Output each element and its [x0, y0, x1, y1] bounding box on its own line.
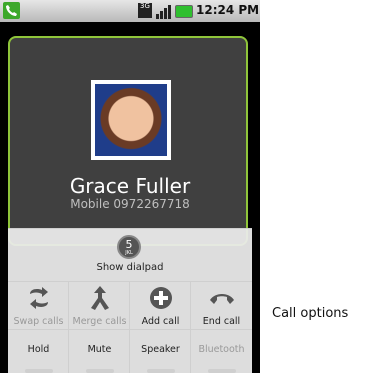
mute-button[interactable]: Mute: [69, 329, 130, 373]
call-options-callout: Call options: [272, 306, 349, 321]
dialpad-icon: 5 JKL: [117, 235, 141, 259]
contact-name: Grace Fuller: [69, 174, 191, 198]
phone-screen: 3G 12:24 PM Grace Fuller Mobile 09722677…: [0, 0, 260, 373]
show-dialpad-label: Show dialpad: [96, 262, 164, 273]
speaker-button[interactable]: Speaker: [130, 329, 191, 373]
call-options-grid: Swap calls Merge calls Add call End call…: [8, 281, 252, 373]
contact-photo: [91, 80, 171, 160]
3g-icon: 3G: [138, 3, 152, 18]
swap-calls-label: Swap calls: [13, 316, 64, 327]
hold-label: Hold: [27, 344, 50, 355]
battery-icon: [175, 5, 193, 18]
show-dialpad-button[interactable]: 5 JKL Show dialpad: [8, 229, 252, 281]
add-call-icon: [148, 286, 174, 310]
mute-indicator: [86, 369, 114, 373]
call-options-panel: 5 JKL Show dialpad Swap calls Merge call…: [8, 228, 252, 373]
phone-call-icon: [3, 2, 20, 19]
swap-calls-button[interactable]: Swap calls: [8, 281, 69, 329]
end-call-icon: [209, 286, 235, 310]
signal-icon: [155, 4, 171, 19]
end-call-button[interactable]: End call: [191, 281, 252, 329]
add-call-label: Add call: [141, 316, 180, 327]
add-call-button[interactable]: Add call: [130, 281, 191, 329]
dialpad-key-letters: JKL: [125, 250, 133, 256]
swap-calls-icon: [26, 286, 52, 310]
speaker-label: Speaker: [141, 344, 180, 355]
bluetooth-button[interactable]: Bluetooth: [191, 329, 252, 373]
hold-indicator: [25, 369, 53, 373]
bluetooth-label: Bluetooth: [198, 344, 245, 355]
speaker-indicator: [147, 369, 175, 373]
hold-button[interactable]: Hold: [8, 329, 69, 373]
merge-calls-button[interactable]: Merge calls: [69, 281, 130, 329]
status-time: 12:24 PM: [196, 3, 260, 17]
end-call-label: End call: [202, 316, 241, 327]
merge-calls-icon: [87, 286, 113, 310]
merge-calls-label: Merge calls: [72, 316, 127, 327]
status-bar: 3G 12:24 PM: [0, 0, 260, 22]
bluetooth-indicator: [208, 369, 236, 373]
contact-number: Mobile 0972267718: [70, 197, 190, 211]
mute-label: Mute: [87, 344, 112, 355]
